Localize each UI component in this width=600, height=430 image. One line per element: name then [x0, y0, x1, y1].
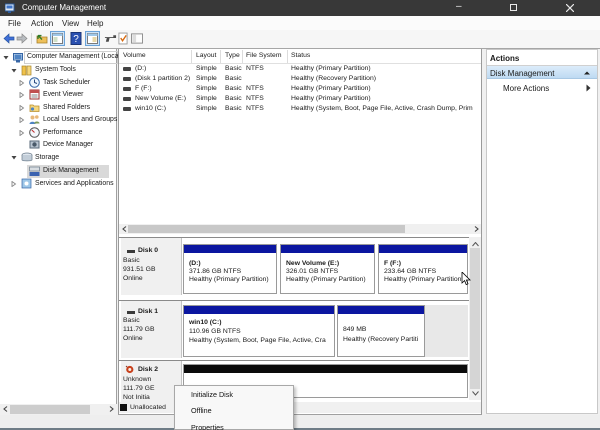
svg-text:?: ? — [73, 34, 79, 45]
